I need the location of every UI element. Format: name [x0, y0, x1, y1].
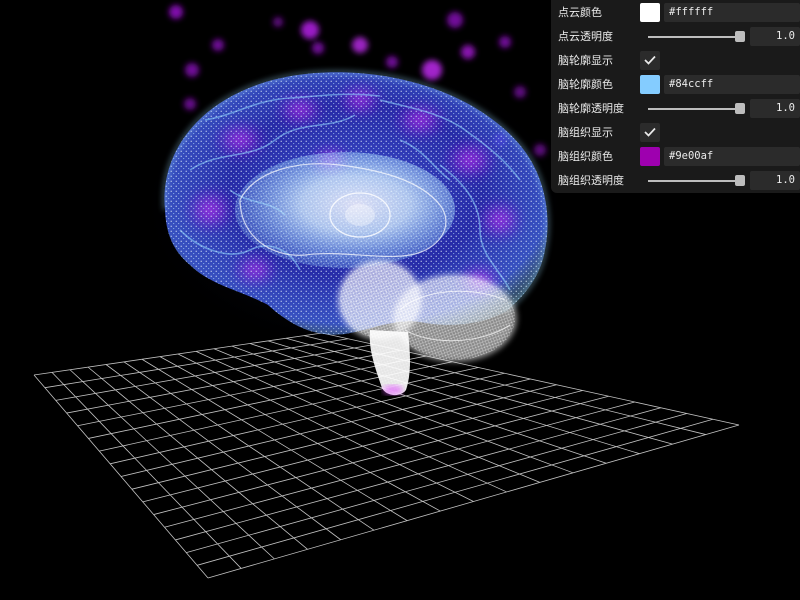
tissue-show-checkbox[interactable] — [640, 122, 660, 142]
slider-knob[interactable] — [735, 102, 745, 114]
outline-opacity-label: 脑轮廓透明度 — [558, 102, 624, 115]
outline-opacity-value[interactable]: 1.0 — [750, 98, 800, 118]
point-opacity-value[interactable]: 1.0 — [750, 26, 800, 46]
outline-color-row: 脑轮廓颜色 #84ccff — [551, 72, 800, 96]
outline-color-hex-input[interactable]: #84ccff — [664, 74, 800, 94]
tissue-color-row: 脑组织颜色 #9e00af — [551, 144, 800, 168]
outline-color-swatch[interactable] — [640, 74, 660, 94]
slider-knob[interactable] — [735, 30, 745, 42]
tissue-opacity-slider[interactable] — [648, 171, 745, 190]
control-panel: 点云颜色 #ffffff 点云透明度 1.0 脑轮廓显示 脑轮廓颜色 #84cc… — [551, 0, 800, 193]
outline-show-row: 脑轮廓显示 — [551, 48, 800, 72]
tissue-opacity-value[interactable]: 1.0 — [750, 170, 800, 190]
slider-track — [648, 107, 744, 110]
point-color-swatch[interactable] — [640, 2, 660, 22]
tissue-color-hex-input[interactable]: #9e00af — [664, 146, 800, 166]
slider-track — [648, 179, 744, 182]
outline-opacity-row: 脑轮廓透明度 1.0 — [551, 96, 800, 120]
point-color-row: 点云颜色 #ffffff — [551, 0, 800, 24]
checkmark-icon — [644, 127, 656, 137]
tissue-show-label: 脑组织显示 — [558, 126, 613, 139]
brain-model[interactable] — [135, 55, 575, 396]
outline-show-label: 脑轮廓显示 — [558, 54, 613, 67]
slider-track — [648, 35, 744, 38]
point-opacity-row: 点云透明度 1.0 — [551, 24, 800, 48]
point-color-label: 点云颜色 — [558, 6, 602, 19]
tissue-color-label: 脑组织颜色 — [558, 150, 613, 163]
tissue-opacity-row: 脑组织透明度 1.0 — [551, 168, 800, 192]
point-color-hex-input[interactable]: #ffffff — [664, 2, 800, 22]
tissue-color-swatch[interactable] — [640, 146, 660, 166]
point-opacity-label: 点云透明度 — [558, 30, 613, 43]
slider-knob[interactable] — [735, 174, 745, 186]
point-opacity-slider[interactable] — [648, 27, 745, 46]
checkmark-icon — [644, 55, 656, 65]
tissue-show-row: 脑组织显示 — [551, 120, 800, 144]
outline-opacity-slider[interactable] — [648, 99, 745, 118]
outline-color-label: 脑轮廓颜色 — [558, 78, 613, 91]
outline-show-checkbox[interactable] — [640, 50, 660, 70]
tissue-opacity-label: 脑组织透明度 — [558, 174, 624, 187]
